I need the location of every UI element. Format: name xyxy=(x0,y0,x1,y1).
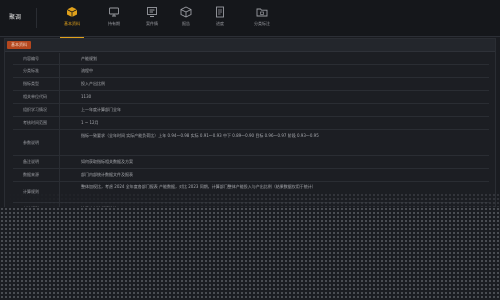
column-divider xyxy=(59,104,60,116)
table-row: 备注说明 如何获取指标相关数据及方案 xyxy=(13,156,489,169)
table-row: 分类标准 流程中 xyxy=(13,65,489,78)
column-divider xyxy=(59,78,60,90)
app-brand: 聚调 xyxy=(9,14,22,21)
nav-label: 分类标注 xyxy=(254,21,270,26)
field-value: 投入产出比例 xyxy=(81,81,105,86)
nav-item-6[interactable]: 分类标注 xyxy=(242,6,282,34)
column-divider xyxy=(59,117,60,129)
nav-label: 持有期 xyxy=(108,21,120,26)
field-label: 相关单位代码 xyxy=(23,94,47,99)
package-icon xyxy=(180,6,192,18)
field-label: 参数说明 xyxy=(23,140,39,145)
field-value: 指标一致要求（全年时间 实际产能负荷比）上年 0.94～0.98 实际 0.91… xyxy=(81,133,319,138)
field-label: 内容编号 xyxy=(23,56,39,61)
nav-item-2[interactable]: 持有期 xyxy=(94,6,134,34)
dot-pattern-overlay xyxy=(0,207,500,300)
table-row: 指标类型 投入产出比例 xyxy=(13,78,489,91)
nav-item-basic-info[interactable]: 基本资料 xyxy=(52,6,92,38)
field-value: 部门内部统计数据文件及报表 xyxy=(81,172,133,177)
monitor-icon xyxy=(109,7,119,17)
table-row: 数据来源 部门内部统计数据文件及报表 xyxy=(13,169,489,182)
table-row: 参数说明 指标一致要求（全年时间 实际产能负荷比）上年 0.94～0.98 实际… xyxy=(13,130,489,156)
column-divider xyxy=(59,169,60,181)
nav-label: 基本资料 xyxy=(64,21,80,26)
column-divider xyxy=(59,65,60,77)
nav-item-5[interactable]: 进度 xyxy=(200,6,240,34)
folder-icon xyxy=(256,8,268,17)
field-value: 产能规划 xyxy=(81,56,97,61)
column-divider xyxy=(59,130,60,155)
column-divider xyxy=(59,156,60,168)
field-label: 数据来源 xyxy=(23,172,39,177)
field-value: 上一年度计算部门全年 xyxy=(81,107,121,112)
field-label: 分类标准 xyxy=(23,68,39,73)
box-icon xyxy=(66,7,78,17)
screen-icon xyxy=(147,7,157,17)
field-label: 组织学习情况 xyxy=(23,107,47,112)
brand-divider xyxy=(36,8,37,28)
field-value: 1130 xyxy=(81,94,92,99)
field-value: 流程中 xyxy=(81,68,93,73)
table-row: 相关单位代码 1130 xyxy=(13,91,489,104)
section-title[interactable]: 基本资料 xyxy=(7,41,31,49)
field-value: 1 ~ 12月 xyxy=(81,120,99,125)
field-value: 如何获取指标相关数据及方案 xyxy=(81,159,133,164)
top-bar: 聚调 基本资料 持有期 案件情 报告 进度 分类标注 xyxy=(0,0,500,38)
column-divider xyxy=(59,91,60,103)
nav-label: 进度 xyxy=(216,21,224,26)
document-icon xyxy=(216,6,224,18)
table-row: 内容编号 产能规划 xyxy=(13,53,489,65)
field-label: 备注说明 xyxy=(23,159,39,164)
field-label: 指标类型 xyxy=(23,81,39,86)
column-divider xyxy=(59,53,60,64)
table-row: 考核时间范围 1 ~ 12月 xyxy=(13,117,489,130)
table-row: 组织学习情况 上一年度计算部门全年 xyxy=(13,104,489,117)
field-label: 考核时间范围 xyxy=(23,120,47,125)
section-header: 基本资料 xyxy=(5,39,495,52)
